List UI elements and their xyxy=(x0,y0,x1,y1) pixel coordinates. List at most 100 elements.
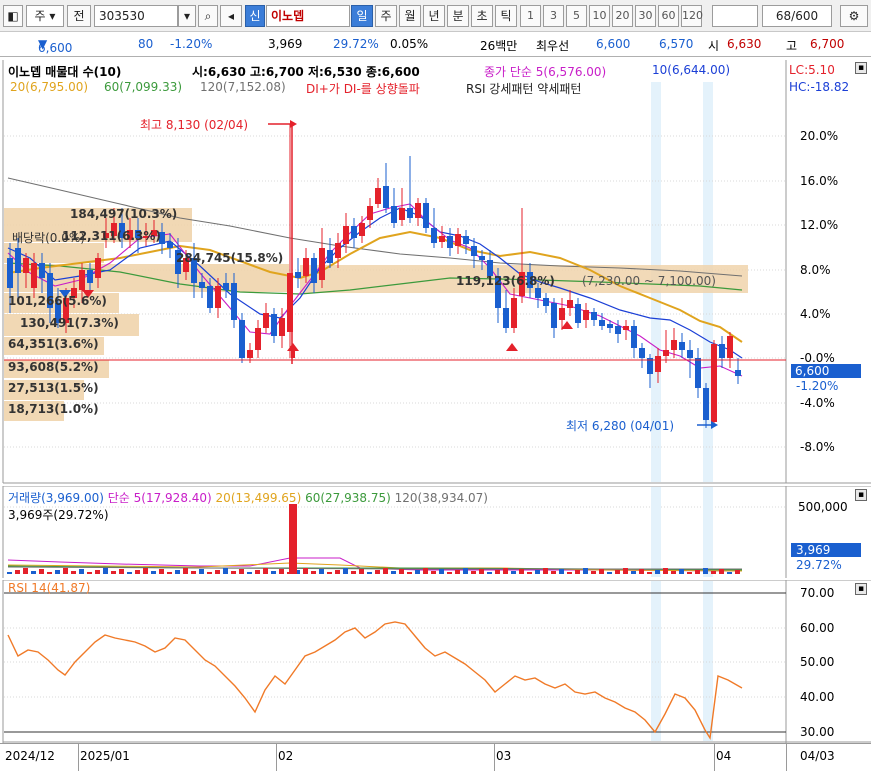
candle-body xyxy=(663,350,669,356)
volume-bar xyxy=(463,568,468,574)
search-icon[interactable]: ⌕ xyxy=(198,5,218,27)
vol-legend-title: 거래량(3,969.00) xyxy=(8,491,104,505)
candle-body xyxy=(23,258,29,273)
interval-tab[interactable]: 10 xyxy=(589,5,610,27)
pane-close-icon[interactable]: ▪ xyxy=(855,62,867,74)
page-counter[interactable]: 68/600 xyxy=(762,5,832,27)
price-chart[interactable] xyxy=(0,58,871,484)
volume-bar xyxy=(207,572,212,574)
interval-tab[interactable]: 30 xyxy=(635,5,656,27)
interval-tab[interactable]: 20 xyxy=(612,5,633,27)
volume-bar xyxy=(31,571,36,574)
candle-body xyxy=(567,300,573,308)
volume-profile-label: 27,513(1.5%) xyxy=(8,381,99,395)
period-tab[interactable]: 틱 xyxy=(495,5,517,27)
rsi-pane[interactable]: RSI 14(41.87) 70.00 60.00 50.00 40.00 30.00 … xyxy=(0,579,871,743)
volume-bar xyxy=(687,572,692,574)
time-label: 02 xyxy=(278,749,294,763)
code-dropdown-icon[interactable]: ▾ xyxy=(178,5,196,27)
legend-title: 이노뎁 매물대 수(10) xyxy=(8,63,122,80)
price-chart-pane[interactable]: 이노뎁 매물대 수(10) 시:6,630 고:6,700 저:6,530 종:… xyxy=(0,58,871,484)
volume-bar xyxy=(375,570,380,574)
prev-stock-icon[interactable]: ◂ xyxy=(220,5,242,27)
volume-bar xyxy=(519,569,524,574)
candle-body xyxy=(719,344,725,358)
volume-profile-label: 18,713(1.0%) xyxy=(8,402,99,416)
quote-price: 6,600 ▼ xyxy=(38,37,73,55)
vol-legend-ma60: 60(27,938.75) xyxy=(305,491,391,505)
rsi-chart[interactable] xyxy=(0,579,871,743)
legend-lc: LC:5.10 xyxy=(789,63,835,77)
stock-code-value: 303530 xyxy=(99,9,145,23)
tools-icon[interactable]: ⚙ xyxy=(840,5,868,27)
highlight-col-1 xyxy=(651,487,661,577)
rsi-axis-label: 60.00 xyxy=(800,621,835,635)
volume-bar xyxy=(575,570,580,574)
open-label: 시 xyxy=(708,39,720,53)
volume-bar xyxy=(63,568,68,574)
candle-body xyxy=(215,286,221,308)
interval-tab[interactable]: 3 xyxy=(543,5,564,27)
volume-bar xyxy=(143,568,148,574)
period-tab[interactable]: 년 xyxy=(423,5,445,27)
market-select[interactable]: 주 ▾ xyxy=(26,5,64,27)
volume-pane[interactable]: 거래량(3,969.00) 단순 5(17,928.40) 20(13,499.… xyxy=(0,485,871,578)
volume-bar xyxy=(607,572,612,574)
period-tab[interactable]: 주 xyxy=(375,5,397,27)
candle-body xyxy=(463,236,469,244)
quote-volume: 3,969 xyxy=(268,37,303,51)
interval-tab[interactable]: 1 xyxy=(520,5,541,27)
volume-bar xyxy=(7,572,12,574)
vol-pane-close-icon[interactable]: ▪ xyxy=(855,489,867,501)
price-axis-label: 20.0% xyxy=(800,129,839,143)
interval-tab[interactable]: 5 xyxy=(566,5,587,27)
period-tab[interactable]: 일 xyxy=(351,5,373,27)
volume-bar xyxy=(567,572,572,574)
stock-code-input[interactable]: 303530 xyxy=(94,5,178,27)
time-label: 04 xyxy=(716,749,732,763)
price-axis-label: -4.0% xyxy=(800,396,835,410)
volume-bar xyxy=(447,572,452,574)
volume-bar xyxy=(215,570,220,574)
volume-bar xyxy=(679,569,684,574)
candle-body xyxy=(263,313,269,328)
highlight-col-1 xyxy=(651,581,661,741)
candle-body xyxy=(351,226,357,238)
interval-input[interactable] xyxy=(712,5,758,27)
period-tab[interactable]: 초 xyxy=(471,5,493,27)
volume-profile-label: 130,491(7.3%) xyxy=(20,316,119,330)
interval-tab[interactable]: 120 xyxy=(681,5,703,27)
price-axis-label: -8.0% xyxy=(800,440,835,454)
volume-bar xyxy=(327,572,332,574)
legend-ma5: 종가 단순 5(6,576.00) xyxy=(484,65,607,79)
candle-body xyxy=(687,350,693,358)
quote-turnover: 0.05% xyxy=(390,37,429,51)
interval-tab[interactable]: 60 xyxy=(658,5,679,27)
period-tab[interactable]: 월 xyxy=(399,5,421,27)
volume-bar xyxy=(15,570,20,574)
candle-body xyxy=(207,286,213,308)
legend-hc: HC:-18.82 xyxy=(789,80,850,94)
vol-legend-ma20: 20(13,499.65) xyxy=(215,491,302,505)
period-tab[interactable]: 분 xyxy=(447,5,469,27)
volume-bar xyxy=(239,569,244,574)
candle-body xyxy=(319,248,325,280)
new-badge: 신 xyxy=(245,5,265,27)
volume-bar xyxy=(391,571,396,574)
candle-body xyxy=(447,236,453,248)
candle-body xyxy=(359,223,365,236)
volume-bar xyxy=(223,568,228,574)
vol-legend-ma5: 단순 5(17,928.40) xyxy=(107,491,212,505)
legend-ma10: 10(6,644.00) xyxy=(652,63,731,77)
candle-body xyxy=(167,242,173,248)
candle-body xyxy=(231,283,237,320)
toolbar: ◧ 주 ▾ 전 303530 ▾ ⌕ ◂ 신 이노뎁 일주월년분초틱 1 3 5 10… xyxy=(0,0,871,32)
chart-settings-icon[interactable]: ◧ xyxy=(3,5,23,27)
current-pct-axis-label: -1.20% xyxy=(796,379,839,393)
rsi-pane-close-icon[interactable]: ▪ xyxy=(855,583,867,595)
volume-bar xyxy=(503,568,508,574)
candle-body xyxy=(79,270,85,290)
current-price-axis-label: 6,600 xyxy=(795,364,830,378)
candle-body xyxy=(583,310,589,320)
volume-bar xyxy=(175,570,180,574)
